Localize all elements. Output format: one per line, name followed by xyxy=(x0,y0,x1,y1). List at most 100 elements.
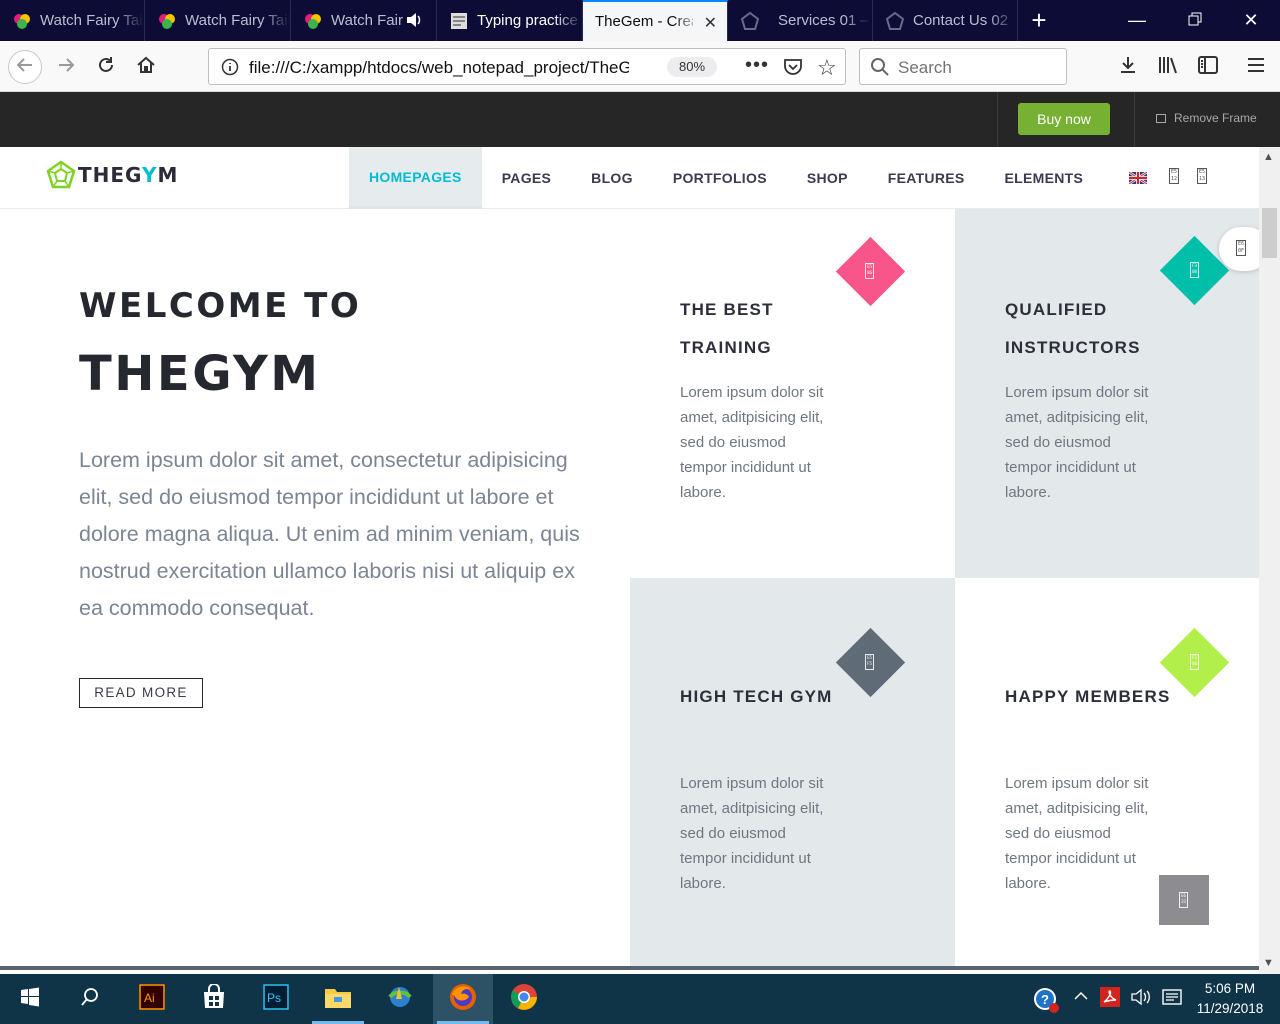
scroll-up-icon[interactable]: ▲ xyxy=(1263,151,1274,163)
back-to-top-button[interactable]: E6 33 xyxy=(1159,875,1209,925)
menu-item-pages[interactable]: PAGES xyxy=(482,147,571,209)
browser-tab[interactable]: Watch Fairy Tail xyxy=(291,0,437,41)
clock-time: 5:06 PM xyxy=(1204,981,1256,996)
minimize-button[interactable]: — xyxy=(1108,0,1166,41)
hero-brand: THEGYM xyxy=(79,346,321,402)
acrobat-icon[interactable] xyxy=(1100,987,1120,1011)
feature-text: Lorem ipsum dolor sit amet, aditpisicing… xyxy=(1005,384,1149,501)
missing-glyph-icon: F1 06 xyxy=(1190,654,1199,670)
downloads-button[interactable] xyxy=(1112,51,1144,83)
reload-button[interactable] xyxy=(90,51,122,83)
library-button[interactable] xyxy=(1152,51,1184,83)
taskbar-file-explorer[interactable] xyxy=(308,974,368,1024)
internet-download-manager-icon xyxy=(385,983,415,1016)
site-viewport: THEGYM HOMEPAGES PAGES BLOG PORTFOLIOS S… xyxy=(0,147,1259,970)
menu-item-portfolios[interactable]: PORTFOLIOS xyxy=(653,147,787,209)
sidebar-icon xyxy=(1198,55,1218,79)
browser-tab[interactable]: Watch Fairy Tail xyxy=(145,0,291,41)
restore-button[interactable] xyxy=(1166,0,1224,41)
search-icon xyxy=(870,57,890,82)
missing-glyph-icon: F3 08 xyxy=(1190,262,1199,278)
menu-item-features[interactable]: FEATURES xyxy=(868,147,985,209)
side-panel-toggle[interactable]: E6 0F xyxy=(1219,227,1259,271)
missing-glyph-icon: E6 0F xyxy=(1236,240,1246,256)
taskbar-download-manager[interactable] xyxy=(370,974,430,1024)
reload-icon xyxy=(97,56,115,79)
browser-tab[interactable]: Services 01 – TheGem xyxy=(728,0,873,41)
taskbar-search-button[interactable] xyxy=(60,974,120,1024)
svg-text:Ai: Ai xyxy=(144,991,155,1005)
system-clock[interactable]: 5:06 PM 11/29/2018 xyxy=(1188,979,1272,1019)
start-icon xyxy=(20,987,40,1012)
scrollbar-thumb[interactable] xyxy=(1262,208,1277,258)
browser-navbar: file:///C:/xampp/htdocs/web_notepad_proj… xyxy=(0,41,1280,92)
menu-item-blog[interactable]: BLOG xyxy=(571,147,653,209)
close-tab-icon[interactable]: ✕ xyxy=(704,13,717,33)
menu-item-shop[interactable]: SHOP xyxy=(787,147,868,209)
menu-item-homepages[interactable]: HOMEPAGES xyxy=(349,147,482,209)
taskbar-firefox[interactable] xyxy=(433,974,493,1024)
url-text[interactable]: file:///C:/xampp/htdocs/web_notepad_proj… xyxy=(249,58,629,78)
typing-favicon xyxy=(449,11,469,31)
next-section-edge xyxy=(0,966,1259,970)
feature-title: HAPPY MEMBERS xyxy=(1005,687,1171,706)
scroll-down-icon[interactable]: ▼ xyxy=(1263,957,1274,969)
feature-title: HIGH TECH GYM xyxy=(680,687,833,706)
feature-text: Lorem ipsum dolor sit amet, aditpisicing… xyxy=(680,775,824,892)
plus-icon: + xyxy=(1031,5,1047,35)
volume-icon[interactable] xyxy=(1130,988,1152,1010)
missing-glyph-icon: E5 F5 xyxy=(865,654,874,670)
taskbar-illustrator[interactable]: Ai xyxy=(122,974,182,1024)
taskbar-chrome[interactable] xyxy=(494,974,554,1024)
action-center-icon[interactable] xyxy=(1162,989,1182,1011)
show-hidden-icons[interactable] xyxy=(1073,988,1089,1008)
missing-glyph-icon[interactable]: E5 13 xyxy=(1197,168,1207,184)
missing-glyph-icon: E5 86 xyxy=(865,263,874,279)
forward-button[interactable] xyxy=(50,51,82,83)
search-input[interactable]: Search xyxy=(859,48,1067,85)
vertical-scrollbar[interactable]: ▲ ▼ xyxy=(1259,147,1280,974)
browser-tab-active[interactable]: TheGem - Creative ✕ xyxy=(583,0,728,41)
purchase-bar: Buy now Remove Frame xyxy=(0,92,1280,147)
close-icon: ✕ xyxy=(1243,10,1259,30)
buy-now-button[interactable]: Buy now xyxy=(1018,103,1110,135)
browser-tab[interactable]: Typing practice xyxy=(437,0,583,41)
browser-tab[interactable]: Watch Fairy Tail xyxy=(0,0,145,41)
file-explorer-icon xyxy=(324,985,352,1014)
menu-button[interactable] xyxy=(1240,51,1272,83)
new-tab-button[interactable]: + xyxy=(1018,0,1060,41)
search-icon xyxy=(80,987,100,1012)
missing-glyph-icon[interactable]: E5 12 xyxy=(1169,168,1179,184)
more-dots-icon[interactable]: ••• xyxy=(745,54,769,77)
feature-text: Lorem ipsum dolor sit amet, aditpisicing… xyxy=(680,384,824,501)
bookmark-star-icon[interactable]: ☆ xyxy=(817,55,837,81)
back-arrow-icon xyxy=(16,56,34,79)
read-more-button[interactable]: READ MORE xyxy=(79,678,203,708)
address-bar[interactable]: file:///C:/xampp/htdocs/web_notepad_proj… xyxy=(208,48,846,85)
home-button[interactable] xyxy=(130,51,162,83)
sidebar-button[interactable] xyxy=(1192,51,1224,83)
uk-flag-icon[interactable] xyxy=(1129,172,1147,184)
speaker-icon[interactable] xyxy=(405,11,423,33)
chrome-icon xyxy=(510,983,538,1016)
remove-frame-button[interactable]: Remove Frame xyxy=(1156,111,1257,125)
feature-title: QUALIFIED INSTRUCTORS xyxy=(1005,300,1141,357)
close-window-button[interactable]: ✕ xyxy=(1222,0,1280,41)
svg-text:?: ? xyxy=(1041,992,1049,1007)
zoom-indicator[interactable]: 80% xyxy=(667,57,717,77)
menu-item-elements[interactable]: ELEMENTS xyxy=(985,147,1104,209)
main-menu: HOMEPAGES PAGES BLOG PORTFOLIOS SHOP FEA… xyxy=(349,147,1103,209)
start-button[interactable] xyxy=(0,974,60,1024)
browser-tab[interactable]: Contact Us 02 xyxy=(873,0,1018,41)
taskbar-store[interactable] xyxy=(184,974,244,1024)
pocket-icon[interactable] xyxy=(783,58,803,81)
restore-icon xyxy=(1188,10,1202,31)
info-icon[interactable] xyxy=(221,58,239,81)
site-logo[interactable]: THEGYM xyxy=(46,160,178,190)
help-icon[interactable]: ? xyxy=(1032,986,1060,1018)
taskbar-photoshop[interactable]: Ps xyxy=(246,974,306,1024)
back-button[interactable] xyxy=(8,50,42,84)
search-placeholder: Search xyxy=(898,58,952,77)
pentagon-logo-icon xyxy=(46,160,76,189)
fairy-tail-favicon xyxy=(12,11,32,31)
